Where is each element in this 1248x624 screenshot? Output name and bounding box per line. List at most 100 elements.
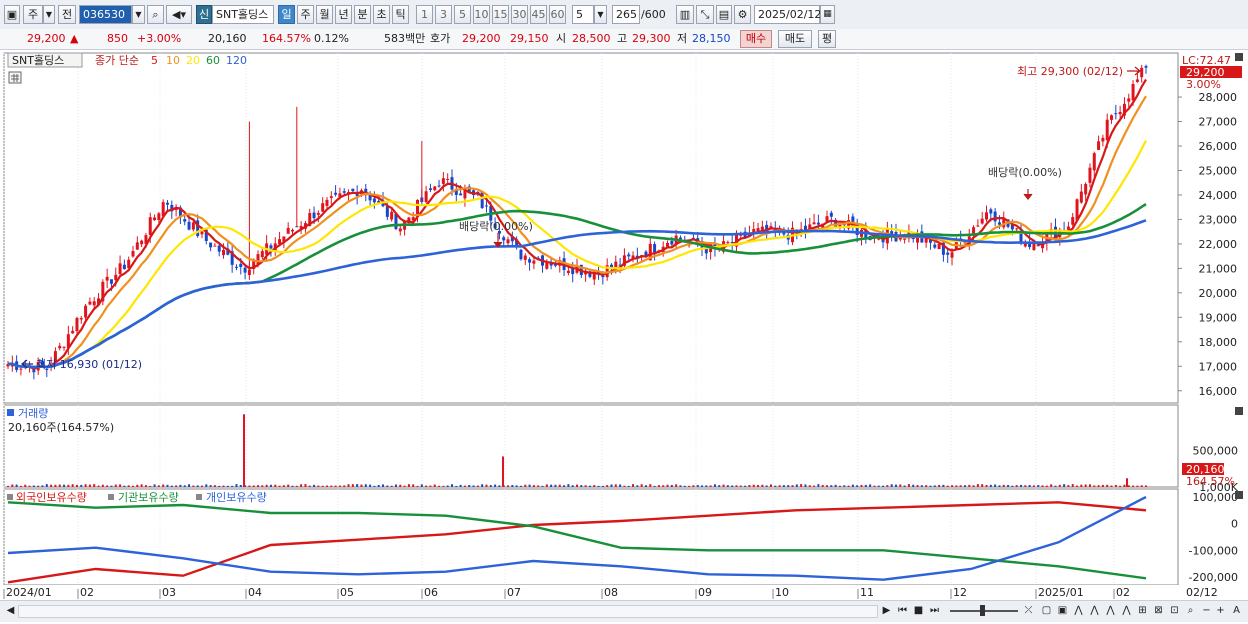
candle-body <box>165 202 169 205</box>
interval-button-3[interactable]: 3 <box>435 5 452 24</box>
scroll-right-icon[interactable]: ▶ <box>880 604 893 617</box>
window-cascade-icon[interactable]: ▣ <box>1056 604 1069 617</box>
buy-button[interactable]: 매수 <box>740 30 772 48</box>
count-input[interactable]: 265 <box>612 5 640 24</box>
volume-bar <box>127 485 130 487</box>
volume-bar <box>1071 484 1074 487</box>
candle-body <box>877 238 881 240</box>
volume-bar <box>1041 485 1044 487</box>
dash-tool-icon[interactable]: ⤫ <box>1022 604 1035 617</box>
volume-bar <box>963 485 966 487</box>
volume-bar <box>407 484 410 487</box>
legend-ma20: 20 <box>186 54 200 67</box>
candle-body <box>1131 84 1135 101</box>
candle-body <box>502 237 506 241</box>
stock-chart[interactable]: 16,000 17,000 18,000 19,000 20,000 21,000 22,0… <box>0 50 1248 621</box>
zoom-in-icon[interactable]: + <box>1214 604 1227 617</box>
candle-body <box>239 263 243 268</box>
calendar-icon[interactable]: ▦ <box>820 5 835 24</box>
period-tab-5[interactable]: 초 <box>373 5 390 24</box>
date-input[interactable]: 2025/02/12 <box>754 5 821 24</box>
volume-bar <box>463 485 466 487</box>
period-tab-6[interactable]: 틱 <box>392 5 409 24</box>
gear-icon[interactable]: ⚙ <box>734 5 751 24</box>
volume-bar <box>1084 484 1087 487</box>
scroll-track[interactable] <box>18 605 878 618</box>
tool-icon-3[interactable]: ⋀ <box>1104 604 1117 617</box>
candle-body <box>1118 111 1122 115</box>
window-icon[interactable]: ▣ <box>4 5 20 24</box>
tool-icon-7[interactable]: ⊡ <box>1168 604 1181 617</box>
volume-bar <box>830 485 833 487</box>
period-tab-2[interactable]: 월 <box>316 5 333 24</box>
chart-area[interactable]: 16,000 17,000 18,000 19,000 20,000 21,000 22,0… <box>0 50 1248 621</box>
volume-bar <box>183 485 186 487</box>
interval-dropdown-icon[interactable]: ▼ <box>594 5 607 24</box>
speaker-icon[interactable]: ◀▾ <box>166 5 192 24</box>
code-dropdown-icon[interactable]: ▼ <box>132 5 145 24</box>
candle-body <box>247 269 251 275</box>
drawing-tool-icon[interactable]: ⤡ <box>696 5 714 24</box>
legend-ma60: 60 <box>206 54 220 67</box>
interval-button-45[interactable]: 45 <box>530 5 547 24</box>
font-size-icon[interactable]: A <box>1230 604 1243 617</box>
volume-bar <box>1114 484 1117 487</box>
scroll-left-icon[interactable]: ◀ <box>4 604 17 617</box>
sell-button[interactable]: 매도 <box>778 30 812 48</box>
tool-icon-5[interactable]: ⊞ <box>1136 604 1149 617</box>
low-annotation: 최저 16,930 (01/12) <box>36 358 142 371</box>
interval-button-10[interactable]: 10 <box>473 5 490 24</box>
volume-bar <box>657 485 660 487</box>
interval-button-5[interactable]: 5 <box>454 5 471 24</box>
eval-button[interactable]: 평 <box>818 30 836 48</box>
prev-button[interactable]: 전 <box>58 5 76 24</box>
volume-bar <box>287 484 290 487</box>
period-tab-3[interactable]: 년 <box>335 5 352 24</box>
interval-button-15[interactable]: 15 <box>492 5 509 24</box>
period-tab-0[interactable]: 일 <box>278 5 295 24</box>
volume-bar <box>476 485 479 487</box>
volume-bar <box>813 485 816 487</box>
grid-toggle-icon[interactable] <box>8 71 22 84</box>
candle-type-icon[interactable]: ▥ <box>676 5 694 24</box>
zoom-icon[interactable]: ⌕ <box>1184 604 1197 617</box>
volume-tick-label: 500,000 <box>1193 445 1239 458</box>
volume-bar <box>498 485 501 487</box>
holding-tick-label: -100,000 <box>1189 544 1238 557</box>
forward-icon[interactable]: ⏭ <box>928 604 941 617</box>
stock-code-input[interactable]: 036530 <box>79 5 132 24</box>
market-select[interactable]: 주 <box>23 5 43 24</box>
interval-input[interactable]: 5 <box>572 5 594 24</box>
price-close-icon[interactable] <box>1235 53 1243 61</box>
tool-icon-4[interactable]: ⋀ <box>1120 604 1133 617</box>
volume-bar <box>1015 485 1018 487</box>
candle-body <box>213 245 217 247</box>
market-dropdown-icon[interactable]: ▼ <box>43 5 55 24</box>
save-icon[interactable]: ▤ <box>716 5 732 24</box>
volume-bar <box>347 484 350 487</box>
speed-slider-handle[interactable] <box>980 605 985 616</box>
volume-bar <box>239 484 242 487</box>
volume-bar <box>787 485 790 487</box>
volume-bar <box>338 485 341 487</box>
interval-button-1[interactable]: 1 <box>416 5 433 24</box>
holding-close-icon[interactable] <box>1235 491 1243 499</box>
search-icon[interactable]: ⌕ <box>147 5 164 24</box>
rewind-icon[interactable]: ⏮ <box>896 604 909 617</box>
zoom-out-icon[interactable]: − <box>1200 604 1213 617</box>
volume-close-icon[interactable] <box>1235 407 1243 415</box>
volume-bar <box>972 485 975 487</box>
candle-body <box>109 279 113 284</box>
stop-icon[interactable]: ■ <box>912 604 925 617</box>
window-layout-icon[interactable]: ▢ <box>1040 604 1053 617</box>
period-tab-1[interactable]: 주 <box>297 5 314 24</box>
stock-name-field[interactable]: SNT홀딩스 <box>212 5 274 24</box>
volume-bar <box>205 484 208 487</box>
volume-bar <box>1088 484 1091 487</box>
tool-icon-1[interactable]: ⋀ <box>1072 604 1085 617</box>
interval-button-30[interactable]: 30 <box>511 5 528 24</box>
tool-icon-2[interactable]: ⋀ <box>1088 604 1101 617</box>
interval-button-60[interactable]: 60 <box>549 5 566 24</box>
period-tab-4[interactable]: 분 <box>354 5 371 24</box>
tool-icon-6[interactable]: ⊠ <box>1152 604 1165 617</box>
